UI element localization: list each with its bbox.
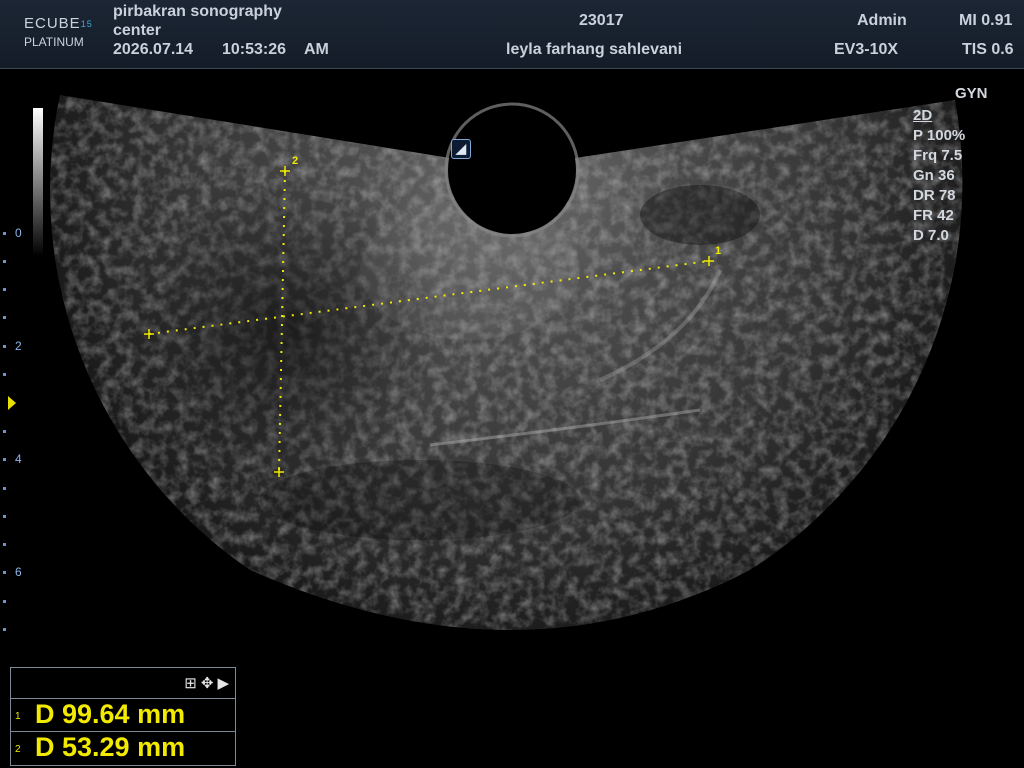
measurement-row[interactable]: 2 D 53.29 mm xyxy=(11,732,235,764)
measurement-toolbar: ⊞ ✥ ▶ xyxy=(11,668,235,699)
measurement-value: D 53.29 mm xyxy=(35,732,186,762)
measurement-row[interactable]: 1 D 99.64 mm xyxy=(11,699,235,732)
ultrasound-image[interactable] xyxy=(0,0,1024,768)
param-frequency: Frq 7.5 xyxy=(913,147,963,164)
depth-tick xyxy=(3,345,6,348)
param-dynamic-range: DR 78 xyxy=(913,187,956,204)
depth-tick xyxy=(3,628,6,631)
depth-tick xyxy=(3,316,6,319)
focus-marker-icon[interactable] xyxy=(8,396,16,410)
grid-icon[interactable]: ⊞ xyxy=(184,675,197,692)
depth-label-2: 2 xyxy=(15,339,22,353)
exam-preset: GYN xyxy=(955,85,988,102)
param-frame-rate: FR 42 xyxy=(913,207,954,224)
play-arrow-icon[interactable]: ▶ xyxy=(217,675,229,692)
depth-tick xyxy=(3,232,6,235)
depth-label-4: 4 xyxy=(15,452,22,466)
measurement-index: 2 xyxy=(15,744,21,755)
depth-tick xyxy=(3,571,6,574)
measurement-results-panel: ⊞ ✥ ▶ 1 D 99.64 mm 2 D 53.29 mm xyxy=(10,667,236,766)
grayscale-bar xyxy=(33,108,43,256)
measurement-index: 1 xyxy=(15,711,21,722)
param-depth: D 7.0 xyxy=(913,227,949,244)
depth-label-6: 6 xyxy=(15,565,22,579)
depth-tick xyxy=(3,373,6,376)
probe-orientation-icon: ◢ xyxy=(451,139,471,159)
param-gain: Gn 36 xyxy=(913,167,955,184)
depth-tick xyxy=(3,458,6,461)
depth-tick xyxy=(3,543,6,546)
depth-tick xyxy=(3,260,6,263)
move-icon[interactable]: ✥ xyxy=(201,675,214,692)
param-power: P 100% xyxy=(913,127,966,144)
depth-tick xyxy=(3,515,6,518)
depth-label-0: 0 xyxy=(15,226,22,240)
depth-tick xyxy=(3,288,6,291)
depth-tick xyxy=(3,487,6,490)
depth-tick xyxy=(3,430,6,433)
probe-footprint xyxy=(448,106,576,234)
depth-tick xyxy=(3,600,6,603)
imaging-params-panel: 2D P 100% Frq 7.5 Gn 36 DR 78 FR 42 D 7.… xyxy=(913,106,965,246)
caliper-label-2: 2 xyxy=(292,155,299,167)
measurement-value: D 99.64 mm xyxy=(35,699,186,729)
caliper-label-1: 1 xyxy=(715,245,722,257)
imaging-mode: 2D xyxy=(913,107,933,124)
